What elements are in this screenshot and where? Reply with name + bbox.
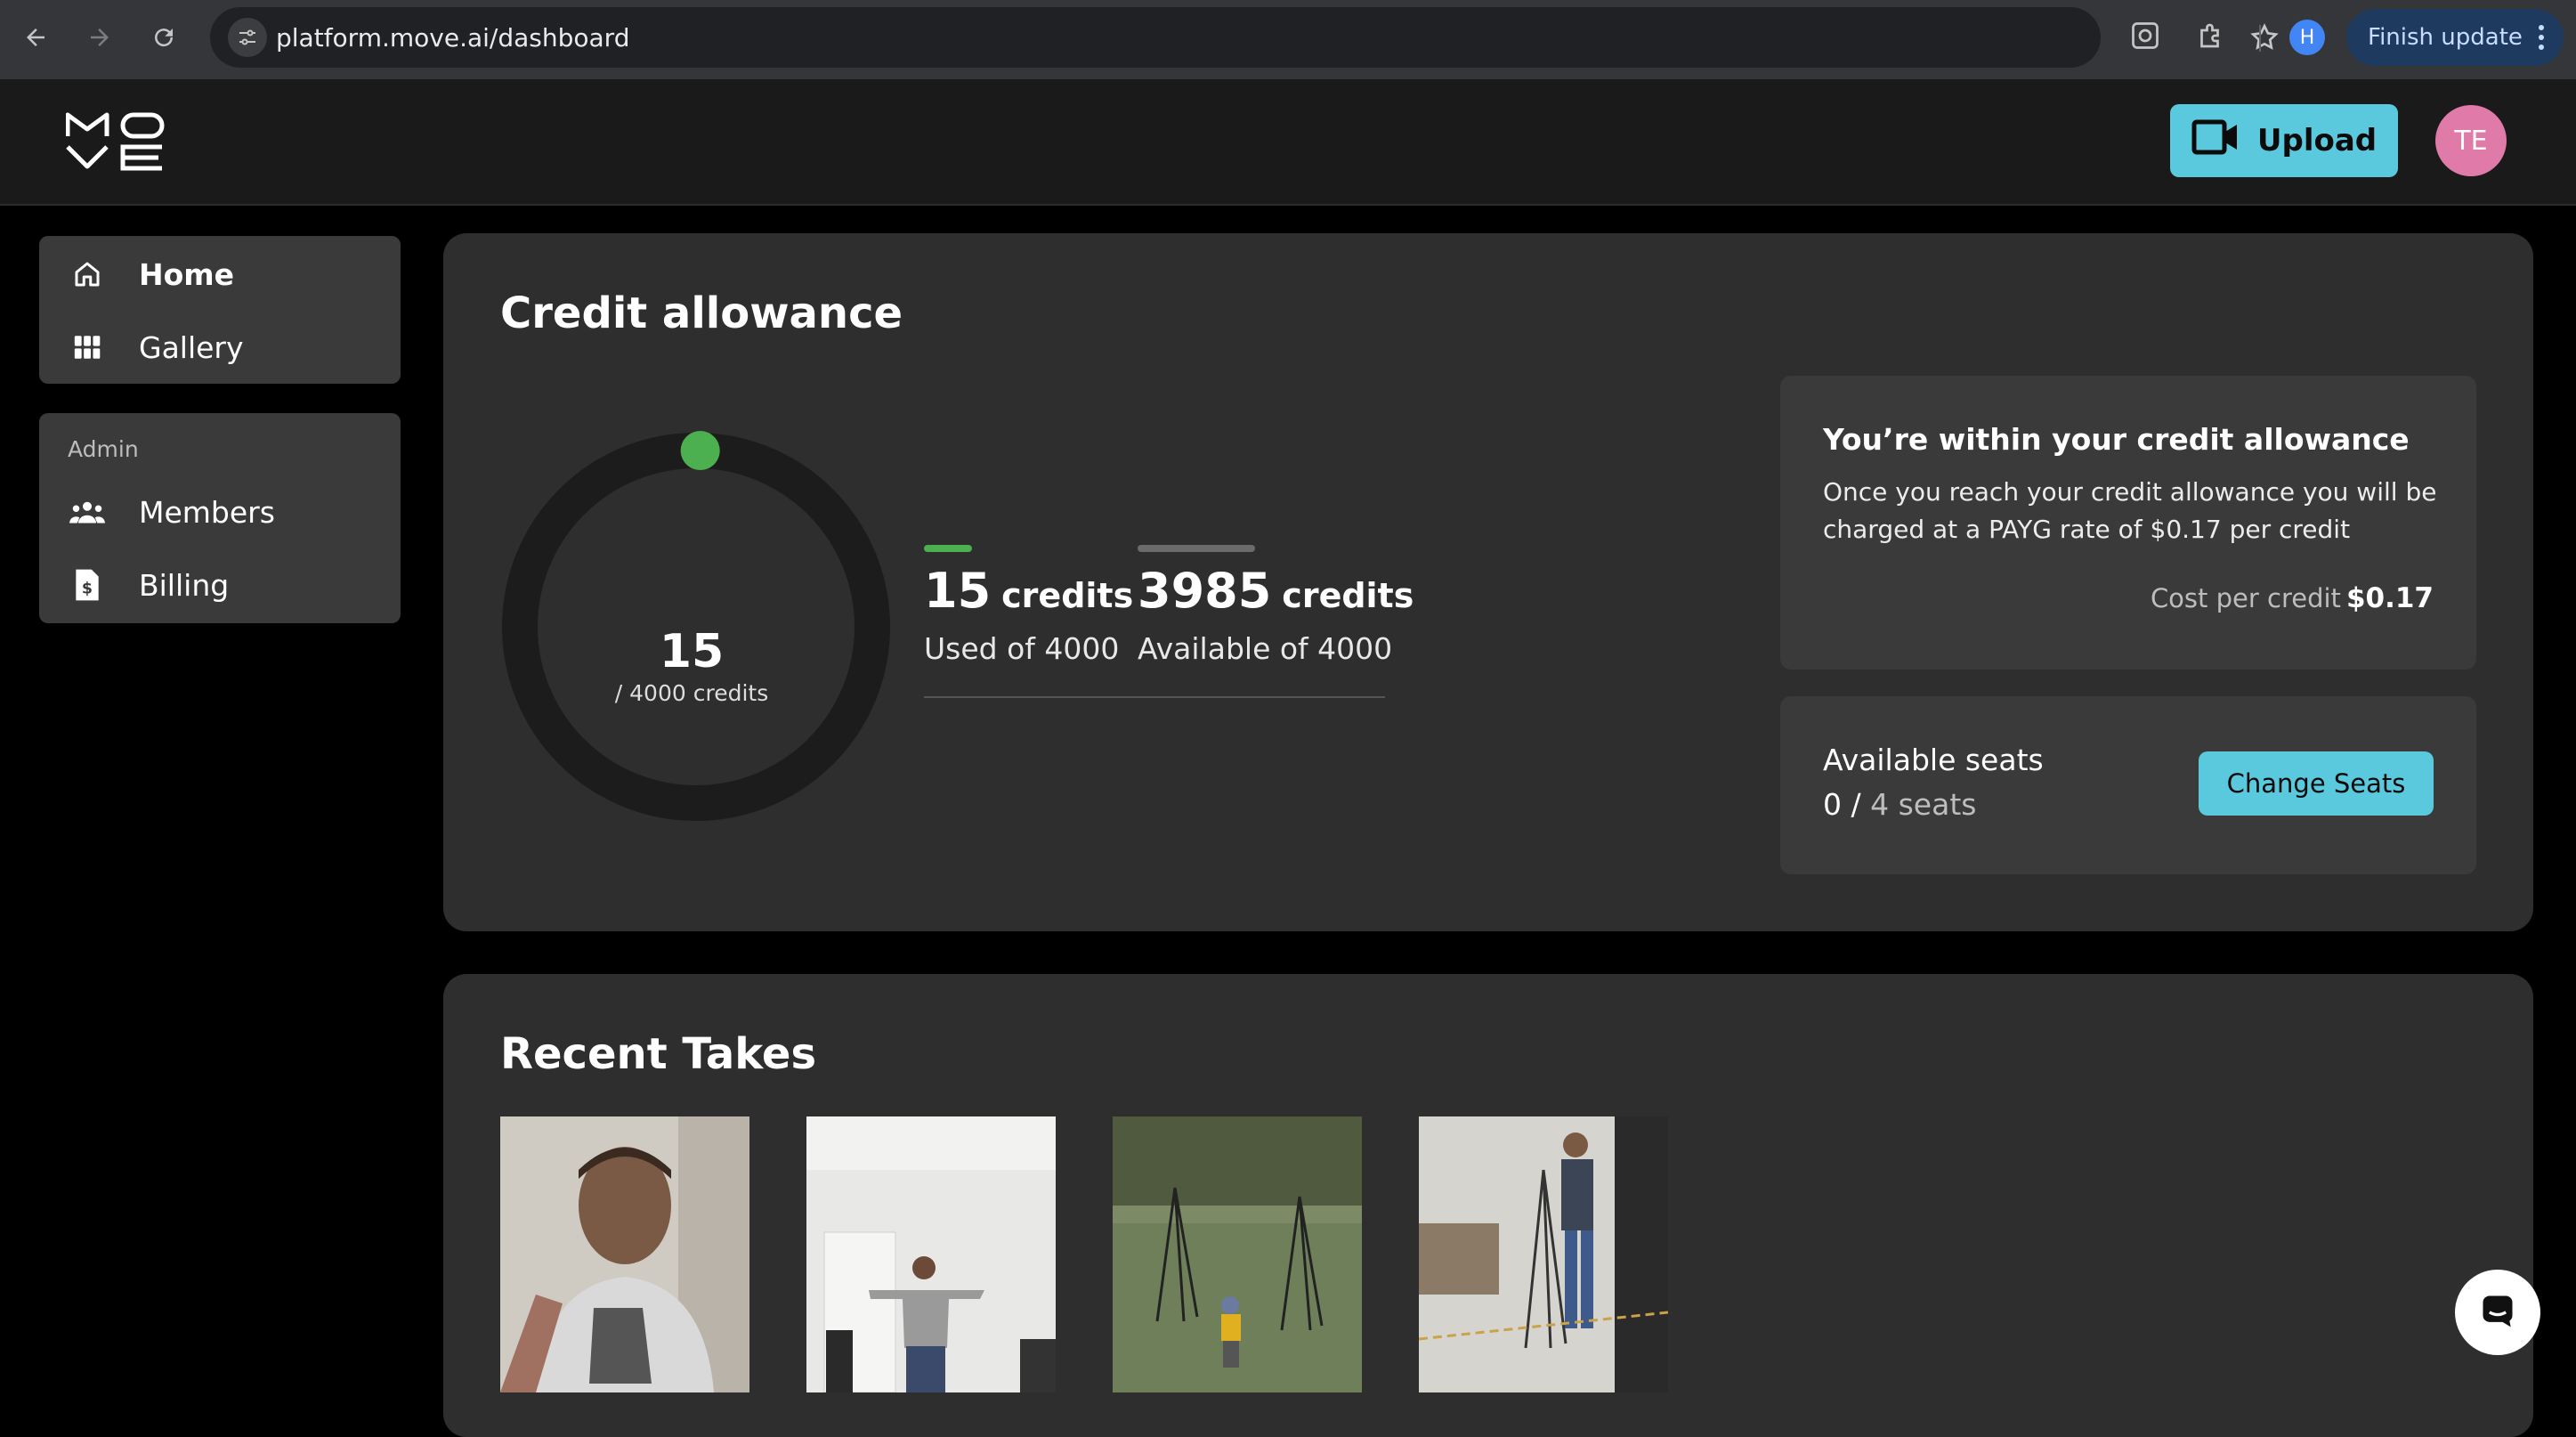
admin-section-label: Admin <box>68 436 139 462</box>
sidebar-main-nav: Home Gallery <box>39 236 401 384</box>
take-thumbnail[interactable] <box>500 1116 749 1392</box>
seats-card: Available seats 0 / 4 seats Change Seats <box>1780 696 2476 874</box>
available-legend-bar <box>1138 545 1255 552</box>
video-camera-icon <box>2191 119 2240 163</box>
finish-update-button[interactable]: Finish update <box>2346 9 2564 66</box>
take-thumbnail[interactable] <box>806 1116 1056 1392</box>
sidebar-item-gallery[interactable]: Gallery <box>39 316 401 378</box>
seats-total: 4 seats <box>1870 787 1977 822</box>
available-credits-stat: 3985 credits Available of 4000 <box>1138 545 1414 666</box>
allowance-info-card: You’re within your credit allowance Once… <box>1780 376 2476 670</box>
sidebar-item-label: Gallery <box>139 329 244 365</box>
url-text[interactable]: platform.move.ai/dashboard <box>276 23 629 53</box>
finish-update-label: Finish update <box>2368 24 2523 51</box>
invoice-icon: $ <box>69 567 105 603</box>
upload-button[interactable]: Upload <box>2170 104 2398 177</box>
used-credits-value: 15 <box>924 563 992 619</box>
forward-icon[interactable] <box>80 18 119 57</box>
used-legend-bar <box>924 545 972 552</box>
more-menu-icon[interactable] <box>2537 23 2546 58</box>
used-credits-unit: credits <box>1001 576 1134 615</box>
sidebar-item-label: Members <box>139 494 275 530</box>
credit-allowance-title: Credit allowance <box>500 288 903 338</box>
grid-icon <box>69 329 105 365</box>
donut-progress-marker <box>680 431 720 471</box>
take-thumbnail[interactable] <box>1419 1116 1668 1392</box>
site-settings-icon[interactable] <box>228 18 267 57</box>
cost-per-credit-label: Cost per credit <box>2150 583 2341 613</box>
browser-profile-avatar[interactable]: H <box>2289 20 2325 55</box>
used-credits-caption: Used of 4000 <box>924 631 1120 666</box>
allowance-card-text: Once you reach your credit allowance you… <box>1823 477 2437 544</box>
bookmark-star-icon[interactable] <box>2248 21 2280 57</box>
seats-separator: / <box>1851 787 1861 822</box>
available-credits-value: 3985 <box>1138 563 1272 619</box>
svg-text:$: $ <box>82 580 93 598</box>
credits-total-label: / 4000 credits <box>614 680 769 706</box>
browser-toolbar: platform.move.ai/dashboard H Finish upda… <box>0 0 2576 79</box>
available-credits-caption: Available of 4000 <box>1138 631 1393 666</box>
cost-per-credit: Cost per credit $0.17 <box>2151 582 2434 614</box>
toolbar-divider <box>2259 25 2261 52</box>
stats-divider <box>924 696 1385 698</box>
back-icon[interactable] <box>16 18 55 57</box>
chat-icon <box>2478 1291 2517 1334</box>
sidebar-item-home[interactable]: Home <box>39 243 401 305</box>
reload-icon[interactable] <box>144 18 183 57</box>
sidebar-admin-nav: Admin Members $ Billing <box>39 413 401 623</box>
sidebar-item-label: Home <box>139 256 235 292</box>
move-logo[interactable] <box>65 111 166 175</box>
extensions-puzzle-icon[interactable] <box>2195 20 2227 55</box>
credit-allowance-panel: Credit allowance 15 / 4000 credits 15 cre… <box>443 233 2533 931</box>
take-thumbnail[interactable] <box>1113 1116 1362 1392</box>
sidebar-item-members[interactable]: Members <box>39 481 401 543</box>
credits-used-number: 15 <box>659 625 725 678</box>
upload-label: Upload <box>2256 123 2378 158</box>
recent-takes-title: Recent Takes <box>500 1029 817 1079</box>
cost-per-credit-value: $0.17 <box>2345 582 2434 614</box>
seats-value: 0 / 4 seats <box>1823 787 1976 822</box>
address-bar[interactable]: platform.move.ai/dashboard <box>210 7 2279 68</box>
seats-used: 0 <box>1823 787 1842 822</box>
seats-label: Available seats <box>1823 743 2044 777</box>
used-credits-stat: 15 credits Used of 4000 <box>924 545 1133 666</box>
available-credits-unit: credits <box>1282 576 1414 615</box>
allowance-card-title: You’re within your credit allowance <box>1823 422 2410 457</box>
users-icon <box>69 494 105 530</box>
change-seats-button[interactable]: Change Seats <box>2199 751 2434 816</box>
app-header: Upload TE <box>0 79 2576 206</box>
home-icon <box>69 256 105 292</box>
lens-extension-icon[interactable] <box>2129 20 2161 55</box>
chat-support-button[interactable] <box>2455 1270 2540 1355</box>
sidebar-item-billing[interactable]: $ Billing <box>39 554 401 616</box>
user-avatar[interactable]: TE <box>2435 105 2507 176</box>
sidebar-item-label: Billing <box>139 567 230 603</box>
